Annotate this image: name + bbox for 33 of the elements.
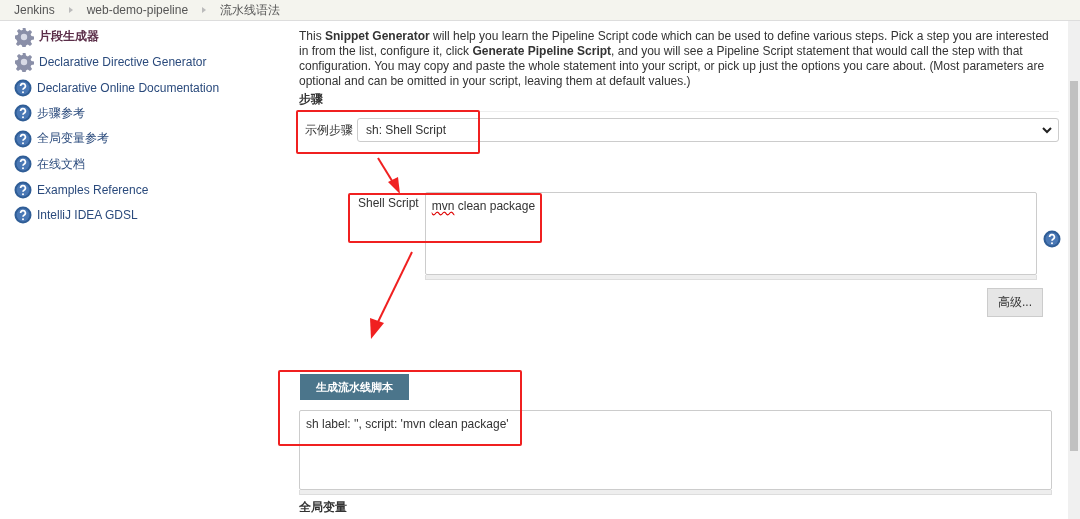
annotation-arrow (377, 157, 400, 194)
script-field[interactable]: mvn clean package (424, 192, 1037, 275)
breadcrumb-link[interactable]: 流水线语法 (220, 1, 281, 19)
sidebar-item[interactable]: Examples Reference (0, 180, 290, 200)
generate-button[interactable]: 生成流水线脚本 (300, 374, 409, 400)
advanced-button[interactable]: 高级... (987, 288, 1043, 317)
sidebar-item[interactable]: Declarative Online Documentation (0, 78, 290, 98)
section-heading: 全局变量 (299, 499, 348, 516)
sidebar-item[interactable]: 步骤参考 (0, 103, 290, 123)
output-field[interactable]: sh label: '', script: 'mvn clean package' (299, 410, 1052, 490)
field-label: Shell Script (358, 195, 419, 210)
chevron-icon (1042, 126, 1052, 134)
intro-paragraph: This Snippet Generator will help you learn the Pipeline Script code which can be used to define various steps. Pick a step you are interested in from the list, configure it, click Generate Pipeline Script, and you will see a Pipeline Script statement that would call the step with that configuration. You may copy and paste the whole statement into your script, or pick up just the options you care about. (Most parameters are optional and can be omitted in your script, leaving them at default values.) (299, 29, 1050, 89)
help-icon (14, 206, 32, 225)
scrollbar[interactable] (1068, 21, 1080, 519)
breadcrumb-link[interactable]: web-demo-pipeline (86, 3, 189, 17)
sidebar-item[interactable]: IntelliJ IDEA GDSL (0, 205, 290, 225)
help-icon (14, 155, 32, 174)
help-icon (14, 180, 32, 199)
breadcrumb-link[interactable]: Jenkins (14, 3, 55, 17)
help-icon (14, 78, 32, 97)
gear-icon (14, 52, 34, 73)
sidebar-item[interactable]: 片段生成器 (0, 27, 290, 47)
help-icon (1042, 230, 1061, 248)
sidebar-item[interactable]: Declarative Directive Generator (0, 52, 290, 72)
field-label: 示例步骤 (305, 122, 353, 139)
gear-icon (14, 26, 34, 47)
help-icon (14, 104, 32, 123)
help-icon (14, 129, 32, 148)
sidebar-item[interactable]: 在线文档 (0, 154, 290, 174)
step-dropdown[interactable]: sh: Shell Script (357, 118, 1059, 142)
section-heading: 步骤 (299, 91, 1059, 112)
sidebar-item[interactable]: 全局变量参考 (0, 129, 290, 149)
